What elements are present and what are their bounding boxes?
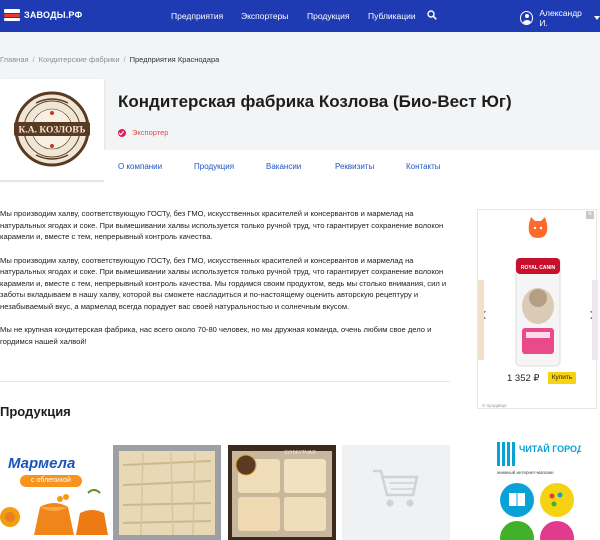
chevron-down-icon [594,16,600,20]
nav-exporters[interactable]: Экспортеры [241,11,288,21]
product-card-sesame-halva[interactable]: КУНЖУТНАЯ [228,445,336,540]
halva-image [119,451,215,536]
svg-text:ЧИТАЙ ГОРОД: ЧИТАЙ ГОРОД [519,443,581,454]
company-logo: К.А. КОЗЛОВЪ [0,79,104,180]
bookstore-category-icons [500,483,574,540]
flag-icon [4,8,20,22]
adjacent-product-image [592,280,598,360]
cat-shop-logo-icon [528,217,548,238]
bookstore-tagline: книжный интернет-магазин [497,470,554,475]
company-description: Мы производим халву, соответствующую ГОС… [0,208,450,359]
user-menu[interactable]: Александр И. [520,8,600,28]
sesame-halva-image: КУНЖУТНАЯ [228,445,336,540]
bookstore-ad[interactable]: ЧИТАЙ ГОРОД книжный интернет-магазин [477,432,597,540]
product-card-placeholder[interactable] [342,445,450,540]
description-paragraph: Мы не крупная кондитерская фабрика, нас … [0,325,432,346]
tab-vacancies[interactable]: Вакансии [266,162,301,171]
products-heading: Продукция [0,404,71,419]
tab-products[interactable]: Продукция [194,162,234,171]
check-circle-icon [118,128,126,137]
search-icon[interactable] [427,10,437,20]
tab-about[interactable]: О компании [118,162,162,171]
ad-price: 1 352 ₽ [507,373,540,384]
company-tabs: О компании Продукция Вакансии Реквизиты … [104,150,600,182]
breadcrumb-home[interactable]: Главная [0,55,29,64]
nav-publications[interactable]: Публикации [368,11,416,21]
product-card-halva[interactable] [113,445,221,540]
site-logo[interactable]: ЗАВОДЫ.РФ [4,8,82,22]
user-name[interactable]: Александр И. [539,8,590,28]
svg-text:ROYAL CANIN: ROYAL CANIN [521,265,556,271]
top-navbar: ЗАВОДЫ.РФ Предприятия Экспортеры Продукц… [0,0,600,32]
svg-text:КУНЖУТНАЯ: КУНЖУТНАЯ [284,450,316,456]
product-card-marmalade[interactable]: Мармела с облепихой [0,445,108,540]
tab-contacts[interactable]: Контакты [406,162,441,171]
tab-requisites[interactable]: Реквизиты [335,162,374,171]
description-paragraph: Мы производим халву, соответствующую ГОС… [0,255,447,311]
user-avatar-icon [520,11,534,25]
description-paragraph: Мы производим халву, соответствующую ГОС… [0,209,444,241]
shopping-cart-icon [373,469,419,507]
adjacent-product-image [478,280,484,360]
marmalade-image [0,489,108,535]
page-title: Кондитерская фабрика Козлова (Био-Вест Ю… [118,92,512,111]
ad-banner[interactable]: × ROYAL CANIN 1 352 ₽ Купить О продавце [477,209,598,409]
breadcrumb-separator: / [32,55,35,64]
product-brand-text: Мармела [8,455,76,472]
breadcrumb-current: Предприятия Краснодара [129,55,220,64]
svg-text:К.А. КОЗЛОВЪ: К.А. КОЗЛОВЪ [18,126,85,136]
chitai-gorod-logo-icon: ЧИТАЙ ГОРОД [497,442,581,466]
divider [0,381,450,382]
status-badge-label: Экспортер [132,128,169,137]
kozlov-emblem-icon: К.А. КОЗЛОВЪ [14,91,90,167]
nav-products[interactable]: Продукция [307,11,350,21]
ad-seller-link[interactable]: О продавце [482,403,507,408]
breadcrumb: Главная / Кондитерские фабрики / Предпри… [0,55,219,64]
status-badge: Экспортер [118,128,168,137]
cat-food-package-image: ROYAL CANIN [515,258,561,367]
breadcrumb-separator: / [123,55,126,64]
nav-enterprises[interactable]: Предприятия [171,11,223,21]
breadcrumb-category[interactable]: Кондитерские фабрики [39,55,120,64]
product-subtitle: с облепихой [20,475,82,487]
close-icon[interactable]: × [586,211,594,219]
buy-button[interactable]: Купить [548,372,576,384]
site-logo-text[interactable]: ЗАВОДЫ.РФ [24,10,82,20]
